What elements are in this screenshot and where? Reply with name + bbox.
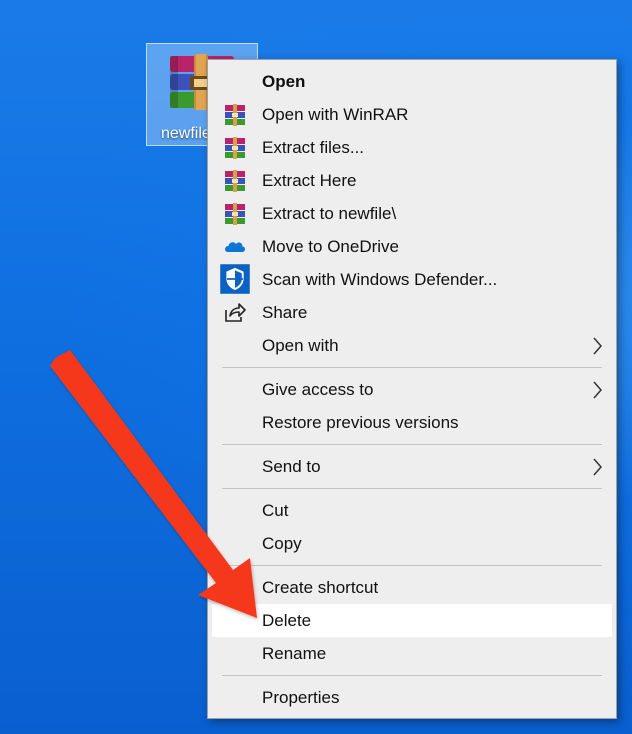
menu-item-give-access-to[interactable]: Give access to	[212, 373, 612, 406]
menu-item-label: Copy	[262, 534, 302, 553]
menu-item-cut[interactable]: Cut	[212, 494, 612, 527]
menu-separator	[222, 488, 602, 489]
menu-item-label: Extract to newfile\	[262, 204, 397, 223]
menu-item-share[interactable]: Share	[212, 296, 612, 329]
context-menu: Open Open with WinRAR Extract files... E…	[207, 59, 617, 719]
menu-item-properties[interactable]: Properties	[212, 681, 612, 714]
chevron-right-icon	[593, 458, 602, 476]
menu-item-label: Create shortcut	[262, 578, 379, 597]
menu-item-label: Open with	[262, 336, 339, 355]
menu-item-copy[interactable]: Copy	[212, 527, 612, 560]
menu-item-label: Extract Here	[262, 171, 357, 190]
menu-separator	[222, 675, 602, 676]
menu-item-send-to[interactable]: Send to	[212, 450, 612, 483]
winrar-icon	[225, 104, 245, 126]
menu-item-label: Send to	[262, 457, 321, 476]
menu-item-label: Properties	[262, 688, 340, 707]
menu-separator	[222, 565, 602, 566]
menu-item-label: Restore previous versions	[262, 413, 459, 432]
menu-item-label: Give access to	[262, 380, 374, 399]
menu-item-label: Rename	[262, 644, 327, 663]
menu-item-label: Cut	[262, 501, 289, 520]
menu-item-label: Delete	[262, 611, 312, 630]
menu-item-create-shortcut[interactable]: Create shortcut	[212, 571, 612, 604]
chevron-right-icon	[593, 337, 602, 355]
menu-item-extract-here[interactable]: Extract Here	[212, 164, 612, 197]
menu-separator	[222, 367, 602, 368]
menu-item-label: Share	[262, 303, 308, 322]
menu-item-open[interactable]: Open	[212, 65, 612, 98]
chevron-right-icon	[593, 381, 602, 399]
winrar-icon	[225, 137, 245, 159]
windows-defender-shield-icon	[220, 264, 250, 294]
menu-item-delete[interactable]: Delete	[212, 604, 612, 637]
menu-item-label: Open with WinRAR	[262, 105, 409, 124]
menu-item-open-with[interactable]: Open with	[212, 329, 612, 362]
file-label: newfile	[161, 125, 211, 142]
menu-item-extract-files[interactable]: Extract files...	[212, 131, 612, 164]
onedrive-cloud-icon	[225, 242, 246, 252]
share-icon	[225, 303, 246, 322]
menu-item-label: Extract files...	[262, 138, 365, 157]
menu-item-label: Open	[262, 72, 306, 91]
menu-item-move-to-onedrive[interactable]: Move to OneDrive	[212, 230, 612, 263]
winrar-icon	[225, 203, 245, 225]
menu-item-label: Scan with Windows Defender...	[262, 270, 498, 289]
menu-separator	[222, 444, 602, 445]
menu-item-label: Move to OneDrive	[262, 237, 399, 256]
menu-item-extract-to-newfile[interactable]: Extract to newfile\	[212, 197, 612, 230]
menu-item-restore-previous-versions[interactable]: Restore previous versions	[212, 406, 612, 439]
menu-item-rename[interactable]: Rename	[212, 637, 612, 670]
menu-item-open-with-winrar[interactable]: Open with WinRAR	[212, 98, 612, 131]
winrar-icon	[225, 170, 245, 192]
menu-item-scan-with-windows-defender[interactable]: Scan with Windows Defender...	[212, 263, 612, 296]
